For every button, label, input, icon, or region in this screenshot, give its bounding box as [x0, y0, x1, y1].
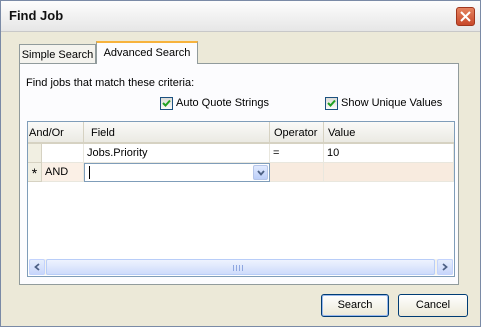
table-row[interactable]: Jobs.Priority = 10	[28, 144, 454, 163]
chevron-down-icon	[257, 170, 265, 176]
field-combobox[interactable]	[84, 163, 270, 182]
tab-advanced-search[interactable]: Advanced Search	[96, 41, 198, 64]
row-selector[interactable]	[28, 144, 42, 163]
search-button[interactable]: Search	[321, 294, 389, 317]
tab-simple-search[interactable]: Simple Search	[19, 44, 96, 63]
column-header-field[interactable]: Field	[84, 122, 270, 144]
find-job-dialog: Find Job Simple Search Advanced Search F…	[0, 0, 481, 327]
scroll-thumb[interactable]	[46, 259, 435, 275]
checkmark-icon	[162, 99, 171, 107]
and-or-cell[interactable]	[42, 144, 84, 163]
grip-line	[233, 265, 234, 271]
and-or-cell[interactable]: AND	[42, 163, 84, 182]
operator-cell[interactable]: =	[270, 144, 324, 163]
column-header-operator[interactable]: Operator	[270, 122, 324, 144]
auto-quote-checkbox[interactable]	[160, 97, 173, 110]
value-cell[interactable]: 10	[324, 144, 454, 163]
grip-line	[239, 265, 240, 271]
chevron-right-icon	[442, 263, 448, 271]
column-header-and-or[interactable]: And/Or	[28, 122, 84, 144]
chevron-left-icon	[34, 263, 40, 271]
new-row-marker[interactable]: *	[28, 163, 42, 182]
window-title: Find Job	[9, 8, 64, 23]
table-row-new[interactable]: * AND	[28, 163, 454, 182]
horizontal-scrollbar[interactable]	[29, 259, 453, 275]
close-button[interactable]	[456, 7, 475, 26]
text-caret	[89, 166, 90, 179]
column-header-value[interactable]: Value	[324, 122, 454, 144]
checkmark-icon	[327, 99, 336, 107]
show-unique-checkbox[interactable]	[325, 97, 338, 110]
operator-cell[interactable]	[270, 163, 324, 182]
scroll-left-button[interactable]	[29, 259, 45, 275]
cancel-button[interactable]: Cancel	[398, 294, 468, 317]
show-unique-label[interactable]: Show Unique Values	[341, 97, 442, 109]
criteria-label: Find jobs that match these criteria:	[26, 77, 195, 89]
grip-line	[242, 265, 243, 271]
close-icon	[460, 11, 471, 22]
field-cell[interactable]: Jobs.Priority	[84, 144, 270, 163]
criteria-grid: And/Or Field Operator Value Jobs.Priorit…	[27, 121, 455, 277]
auto-quote-label[interactable]: Auto Quote Strings	[176, 97, 269, 109]
grip-line	[236, 265, 237, 271]
scroll-right-button[interactable]	[437, 259, 453, 275]
title-bar[interactable]: Find Job	[1, 1, 480, 32]
value-cell[interactable]	[324, 163, 454, 182]
field-dropdown-button[interactable]	[253, 165, 268, 180]
